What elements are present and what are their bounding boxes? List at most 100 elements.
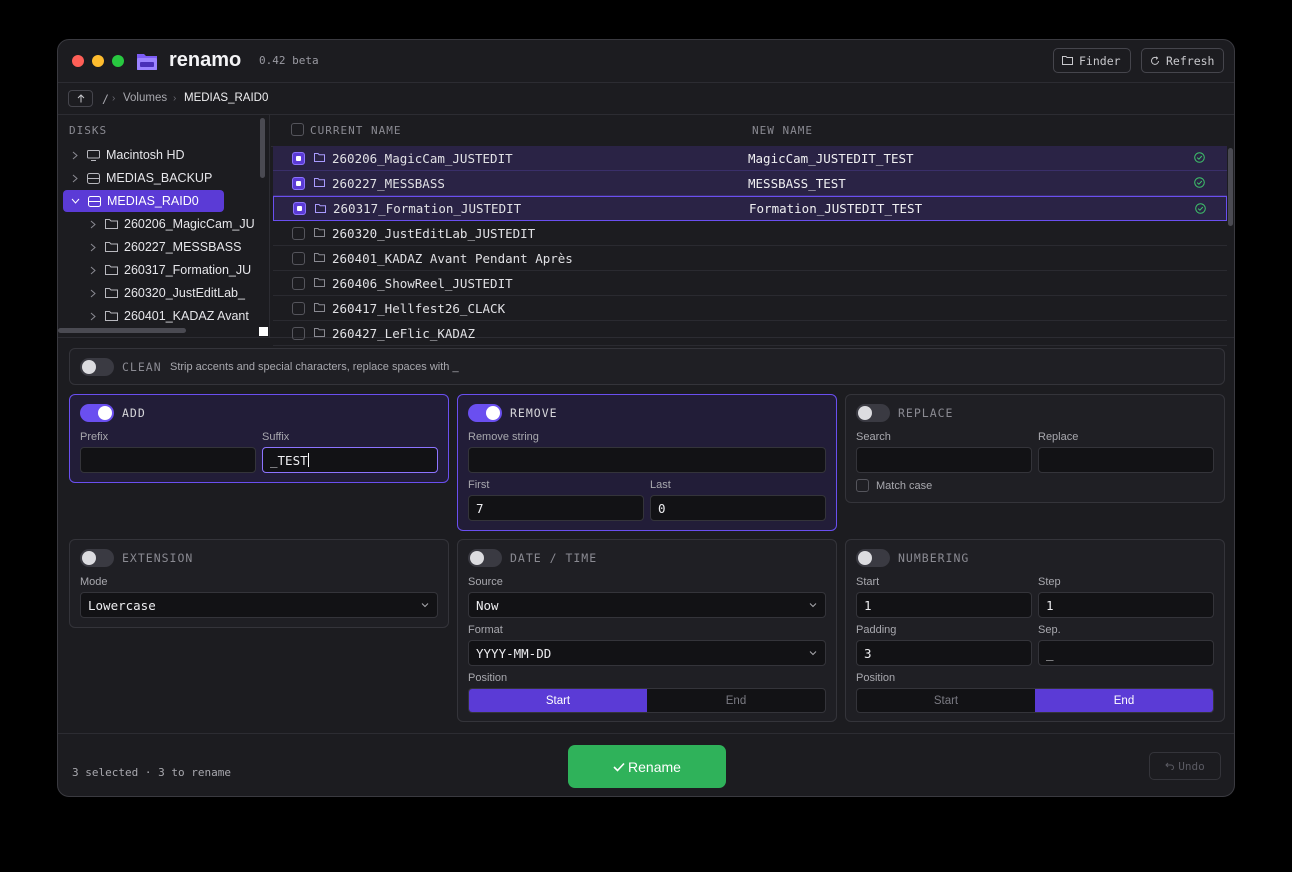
sidebar-item-medias-backup[interactable]: MEDIAS_BACKUP: [68, 167, 224, 189]
sidebar-horizontal-scrollbar[interactable]: [58, 328, 186, 333]
row-checkbox[interactable]: [292, 301, 305, 315]
search-input[interactable]: [856, 447, 1032, 473]
row-checkbox[interactable]: [292, 251, 305, 265]
row-checkbox[interactable]: [292, 276, 305, 290]
replace-toggle[interactable]: [856, 404, 890, 422]
mode-value: Lowercase: [88, 597, 156, 613]
row-checkbox[interactable]: [292, 176, 305, 190]
file-row[interactable]: 260206_MagicCam_JUSTEDIT MagicCam_JUSTEDI…: [273, 146, 1227, 171]
folder-icon: [105, 219, 118, 229]
finder-button[interactable]: Finder: [1053, 48, 1131, 73]
datetime-title: DATE / TIME: [510, 551, 598, 565]
match-case-checkbox[interactable]: [856, 479, 869, 492]
chevron-down-icon[interactable]: [71, 198, 80, 204]
disks-header: DISKS: [69, 124, 108, 137]
numbering-position-start[interactable]: Start: [857, 689, 1035, 712]
format-label: Format: [468, 624, 503, 636]
undo-button[interactable]: Undo: [1149, 752, 1221, 780]
breadcrumb-root[interactable]: /: [102, 92, 109, 106]
breadcrumb-item-volumes[interactable]: Volumes: [123, 92, 167, 104]
first-input[interactable]: 7: [468, 495, 644, 521]
app-window: renamo 0.42 beta Finder Refresh / › Volu…: [57, 39, 1235, 797]
file-row[interactable]: 260406_ShowReel_JUSTEDIT: [273, 271, 1227, 296]
list-vertical-scrollbar[interactable]: [1228, 148, 1233, 226]
suffix-input[interactable]: _TEST: [262, 447, 438, 473]
step-input[interactable]: 1: [1038, 592, 1214, 618]
folder-icon: [314, 303, 325, 312]
start-input[interactable]: 1: [856, 592, 1032, 618]
chevron-right-icon[interactable]: [90, 266, 96, 275]
format-select[interactable]: YYYY-MM-DD: [468, 640, 826, 666]
new-name: MESSBASS_TEST: [748, 175, 846, 191]
source-select[interactable]: Now: [468, 592, 826, 618]
row-checkbox[interactable]: [293, 202, 306, 215]
file-row[interactable]: 260317_Formation_JUSTEDIT Formation_JUSTE…: [273, 196, 1227, 221]
numbering-position-end[interactable]: End: [1035, 689, 1213, 712]
sidebar-vertical-scrollbar[interactable]: [260, 118, 265, 178]
replace-input[interactable]: [1038, 447, 1214, 473]
replace-label: Replace: [1038, 431, 1079, 443]
chevron-right-icon[interactable]: [90, 243, 96, 252]
extension-title: EXTENSION: [122, 551, 194, 565]
sidebar-folder-item[interactable]: 260206_MagicCam_JU: [90, 213, 260, 235]
file-row[interactable]: 260320_JustEditLab_JUSTEDIT: [273, 221, 1227, 246]
new-name: MagicCam_JUSTEDIT_TEST: [748, 150, 914, 166]
file-row[interactable]: 260227_MESSBASS MESSBASS_TEST: [273, 171, 1227, 196]
last-input[interactable]: 0: [650, 495, 826, 521]
clean-toggle[interactable]: [80, 358, 114, 376]
minimize-window-button[interactable]: [92, 55, 104, 67]
datetime-position-start[interactable]: Start: [469, 689, 647, 712]
chevron-right-icon[interactable]: [90, 220, 96, 229]
padding-input[interactable]: 3: [856, 640, 1032, 666]
chevron-right-icon[interactable]: [72, 151, 78, 160]
sep-input[interactable]: _: [1038, 640, 1214, 666]
parent-folder-button[interactable]: [68, 90, 93, 107]
clean-title: CLEAN: [122, 360, 162, 374]
sidebar-folder-item[interactable]: 260320_JustEditLab_: [90, 282, 260, 304]
row-checkbox[interactable]: [292, 326, 305, 340]
datetime-toggle[interactable]: [468, 549, 502, 567]
source-label: Source: [468, 576, 503, 588]
mode-select[interactable]: Lowercase: [80, 592, 438, 618]
datetime-position-end[interactable]: End: [647, 689, 825, 712]
add-toggle[interactable]: [80, 404, 114, 422]
sidebar-item-medias-raid0[interactable]: MEDIAS_RAID0: [63, 190, 224, 212]
remove-toggle[interactable]: [468, 404, 502, 422]
checkmark-icon: [613, 762, 625, 772]
chevron-right-icon[interactable]: [90, 312, 96, 321]
mode-label: Mode: [80, 576, 108, 588]
app-version: 0.42 beta: [259, 54, 319, 67]
sidebar-item-macintosh-hd[interactable]: Macintosh HD: [68, 144, 224, 166]
prefix-label: Prefix: [80, 431, 109, 443]
suffix-label: Suffix: [262, 431, 290, 443]
format-value: YYYY-MM-DD: [476, 645, 552, 661]
refresh-button[interactable]: Refresh: [1141, 48, 1224, 73]
remove-string-input[interactable]: [468, 447, 826, 473]
datetime-position-segmented: Start End: [468, 688, 826, 713]
file-row[interactable]: 260417_Hellfest26_CLACK: [273, 296, 1227, 321]
row-checkbox[interactable]: [292, 151, 305, 165]
sidebar-folder-item[interactable]: 260401_KADAZ Avant: [90, 305, 260, 327]
sidebar-folder-item[interactable]: 260317_Formation_JU: [90, 259, 260, 281]
current-name: 260417_Hellfest26_CLACK: [332, 300, 506, 316]
column-header-new-name[interactable]: NEW NAME: [752, 124, 813, 137]
column-header-current-name[interactable]: CURRENT NAME: [310, 124, 401, 137]
undo-label: Undo: [1178, 759, 1205, 773]
row-checkbox[interactable]: [292, 226, 305, 240]
numbering-toggle[interactable]: [856, 549, 890, 567]
chevron-right-icon[interactable]: [72, 174, 78, 183]
select-all-checkbox[interactable]: [291, 123, 304, 136]
extension-toggle[interactable]: [80, 549, 114, 567]
file-row[interactable]: 260401_KADAZ Avant Pendant Après: [273, 246, 1227, 271]
sidebar-item-label: Macintosh HD: [106, 148, 185, 162]
zoom-window-button[interactable]: [112, 55, 124, 67]
chevron-right-icon[interactable]: [90, 289, 96, 298]
close-window-button[interactable]: [72, 55, 84, 67]
suffix-value: _TEST: [270, 452, 308, 468]
sidebar-folder-item[interactable]: 260227_MESSBASS: [90, 236, 260, 258]
prefix-input[interactable]: [80, 447, 256, 473]
file-row[interactable]: 260427_LeFlic_KADAZ: [273, 321, 1227, 346]
current-name: 260320_JustEditLab_JUSTEDIT: [332, 225, 536, 241]
rename-button[interactable]: Rename: [568, 745, 726, 788]
breadcrumb-item-current[interactable]: MEDIAS_RAID0: [184, 92, 268, 104]
